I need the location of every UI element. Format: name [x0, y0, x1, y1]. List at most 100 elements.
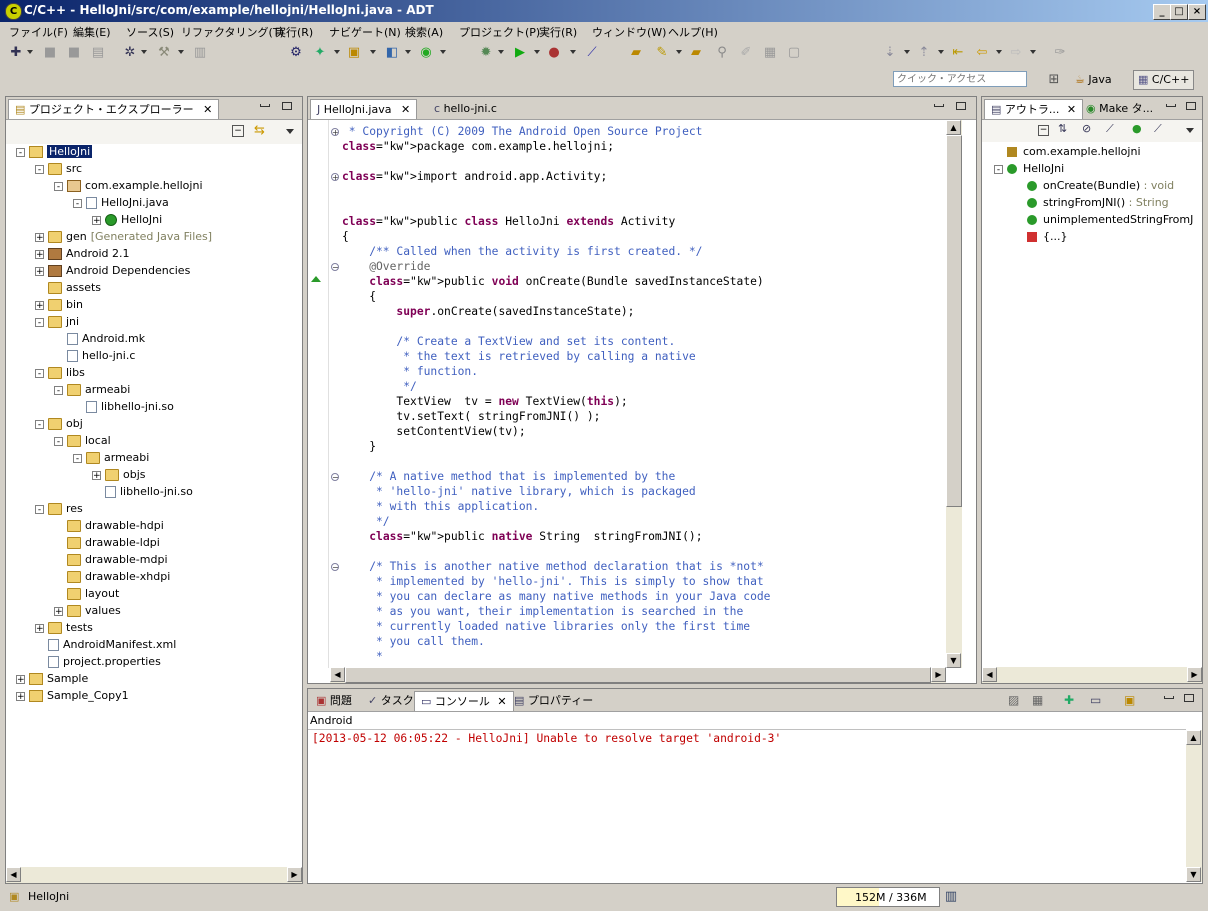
view-menu-icon[interactable]	[286, 129, 294, 134]
tree-item[interactable]: - obj	[35, 415, 83, 432]
collapse-icon[interactable]: -	[35, 504, 44, 514]
tree-item[interactable]: AndroidManifest.xml	[35, 636, 176, 653]
tree-item[interactable]: - src	[35, 160, 82, 177]
menu-run[interactable]: 実行(R)	[275, 24, 313, 40]
tree-item[interactable]: Android.mk	[54, 330, 145, 347]
collapse-icon[interactable]: -	[35, 164, 44, 174]
minimize-view-icon[interactable]	[934, 104, 944, 107]
console-output[interactable]: [2013-05-12 06:05:22 - HelloJni] Unable …	[312, 732, 781, 745]
tree-item[interactable]: drawable-hdpi	[54, 517, 164, 534]
menu-help[interactable]: ヘルプ(H)	[668, 24, 718, 40]
expand-icon[interactable]: +	[35, 266, 44, 276]
tree-item[interactable]: drawable-xhdpi	[54, 568, 170, 585]
minimize-view-icon[interactable]	[1164, 696, 1174, 699]
tree-item[interactable]: project.properties	[35, 653, 161, 670]
external-tools-icon[interactable]: ●	[546, 45, 562, 61]
tree-item[interactable]: layout	[54, 585, 119, 602]
editor-scroll-thumb[interactable]	[946, 135, 962, 507]
code-area[interactable]: * Copyright (C) 2009 The Android Open So…	[330, 120, 946, 668]
menu-window[interactable]: ウィンドウ(W)	[592, 24, 666, 40]
tree-item[interactable]: + Sample_Copy1	[16, 687, 129, 704]
tab-console[interactable]: ▭ コンソール ✕	[414, 691, 514, 711]
edit-icon[interactable]: ✐	[738, 45, 754, 61]
editor-hscroll[interactable]: ◀ ▶	[330, 667, 946, 683]
scroll-right-button[interactable]: ▶	[1187, 667, 1202, 682]
fold-expand-icon[interactable]: +	[331, 128, 339, 137]
hide-nonpublic-icon[interactable]: ●	[1132, 122, 1142, 135]
print-icon[interactable]: ▤	[90, 45, 106, 61]
collapse-icon[interactable]: -	[73, 198, 82, 208]
collapse-icon[interactable]: -	[35, 419, 44, 429]
collapse-all-icon[interactable]: −	[232, 125, 244, 137]
tab-properties[interactable]: ▤ プロパティー	[508, 691, 599, 710]
perspective-java[interactable]: ☕ Java	[1075, 70, 1112, 90]
minimize-button[interactable]: _	[1153, 4, 1171, 20]
search-icon[interactable]: ✎	[654, 45, 670, 61]
close-icon[interactable]: ✕	[497, 695, 506, 708]
outline-item[interactable]: com.example.hellojni	[994, 143, 1141, 160]
new-folder-icon[interactable]: ▣	[346, 45, 362, 61]
tree-item[interactable]: + gen [Generated Java Files]	[35, 228, 212, 245]
heap-status[interactable]: 152M / 336M	[836, 887, 940, 907]
console-vscroll[interactable]: ▲ ▼	[1186, 730, 1202, 882]
minimize-view-icon[interactable]	[260, 104, 270, 107]
profile-icon[interactable]: ⟋	[584, 45, 600, 61]
outline-item[interactable]: - HelloJni	[994, 160, 1064, 177]
close-icon[interactable]: ✕	[1067, 103, 1076, 116]
tree-item[interactable]: libhello-jni.so	[73, 398, 174, 415]
new-class-icon[interactable]: ◧	[384, 45, 400, 61]
tree-item[interactable]: + Android 2.1	[35, 245, 130, 262]
tab-project-explorer[interactable]: ▤ プロジェクト・エクスプローラー ✕	[8, 99, 220, 119]
scroll-left-button[interactable]: ◀	[982, 667, 997, 682]
collapse-icon[interactable]: -	[54, 181, 63, 191]
menu-source[interactable]: ソース(S)	[126, 24, 174, 40]
tree-item[interactable]: libhello-jni.so	[92, 483, 193, 500]
tree-item[interactable]: - local	[54, 432, 111, 449]
quick-access-input[interactable]: クイック・アクセス	[893, 71, 1027, 87]
tab-make-target[interactable]: ◉ Make タ...	[1080, 99, 1159, 118]
maximize-button[interactable]: □	[1170, 4, 1188, 20]
display-console-icon[interactable]: ▭	[1090, 693, 1101, 707]
scroll-lock-icon[interactable]: ▦	[1032, 693, 1043, 707]
tree-item[interactable]: - com.example.hellojni	[54, 177, 203, 194]
tree-item[interactable]: - jni	[35, 313, 79, 330]
collapse-icon[interactable]: -	[54, 436, 63, 446]
expand-icon[interactable]: +	[16, 674, 25, 684]
build-settings-icon[interactable]: ✲	[122, 45, 138, 61]
scroll-left-button[interactable]: ◀	[6, 867, 21, 882]
fold-expand-icon[interactable]: +	[331, 173, 339, 182]
scroll-up-button[interactable]: ▲	[1186, 730, 1201, 745]
open-folder-icon[interactable]: ▰	[688, 45, 704, 61]
view-menu-icon[interactable]	[1186, 128, 1194, 133]
tab-hello-jni-c[interactable]: c hello-jni.c	[428, 99, 503, 118]
perspective-cpp[interactable]: ▦ C/C++	[1133, 70, 1195, 90]
fold-collapse-icon[interactable]: −	[331, 563, 339, 572]
expand-icon[interactable]: +	[35, 249, 44, 259]
outline-hscroll[interactable]: ◀ ▶	[982, 667, 1202, 683]
scroll-right-button[interactable]: ▶	[287, 867, 302, 882]
maximize-view-icon[interactable]	[956, 102, 966, 110]
hide-local-types-icon[interactable]: ⟋	[1154, 122, 1162, 136]
hide-static-icon[interactable]: ⟋	[1106, 122, 1114, 136]
menu-file[interactable]: ファイル(F)	[9, 24, 68, 40]
tree-item[interactable]: + values	[54, 602, 121, 619]
debug-icon[interactable]: ✹	[478, 45, 494, 61]
android-sdk-icon[interactable]: ⚙	[288, 45, 304, 61]
tree-item[interactable]: + HelloJni	[92, 211, 162, 228]
outline-item[interactable]: stringFromJNI() : String	[1014, 194, 1169, 211]
editor-hscroll-thumb[interactable]	[345, 667, 931, 683]
collapse-icon[interactable]: -	[994, 164, 1003, 174]
menu-edit[interactable]: 編集(E)	[73, 24, 111, 40]
collapse-icon[interactable]: -	[16, 147, 25, 157]
build-icon[interactable]: ⚒	[156, 45, 172, 61]
editor-vscroll[interactable]: ▲ ▼	[946, 120, 962, 668]
prev-annotation-icon[interactable]: ⇡	[916, 45, 932, 61]
outline-item[interactable]: unimplementedStringFromJ	[1014, 211, 1193, 228]
pin-icon[interactable]: ⚲	[714, 45, 730, 61]
new-java-class-icon[interactable]: ◉	[418, 45, 434, 61]
save-all-icon[interactable]: ■	[66, 45, 82, 61]
forward-icon[interactable]: ⇨	[1008, 45, 1024, 61]
close-icon[interactable]: ✕	[401, 103, 410, 116]
menu-refactor[interactable]: リファクタリング(T)	[181, 24, 284, 40]
outline-item[interactable]: {...}	[1014, 228, 1068, 245]
